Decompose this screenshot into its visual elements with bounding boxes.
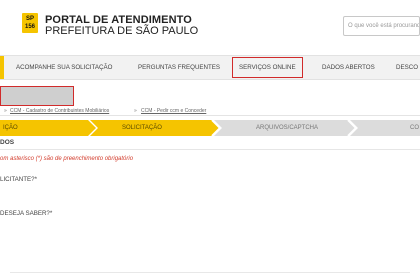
form-divider	[0, 149, 420, 150]
progress-steps-bar	[0, 120, 420, 136]
main-nav: ACOMPANHE SUA SOLICITAÇÃO PERGUNTAS FREQ…	[0, 55, 420, 80]
nav-item-descubra[interactable]: DESCO	[396, 56, 418, 79]
field-label-solicitante: LICITANTE?*	[0, 176, 38, 183]
nav-item-servicos-online[interactable]: SERVIÇOS ONLINE	[232, 57, 303, 78]
brand-subtitle: PREFEITURA DE SÃO PAULO	[45, 25, 199, 37]
field-label-deseja-saber: DESEJA SABER?*	[0, 210, 53, 217]
breadcrumb-separator: »	[4, 108, 7, 114]
solicitante-field[interactable]	[0, 186, 404, 208]
breadcrumb-link-ccm-cadastro[interactable]: CCM - Cadastro de Contribuintes Mobiliár…	[10, 108, 109, 114]
nav-item-dados-abertos[interactable]: DADOS ABERTOS	[322, 56, 375, 79]
step-identificacao: IÇÃO	[3, 125, 18, 131]
step-arquivos-captcha: ARQUIVOS/CAPTCHA	[256, 125, 319, 131]
page-frame: SP 156 PORTAL DE ATENDIMENTO PREFEITURA …	[0, 0, 420, 280]
breadcrumb-divider	[0, 115, 420, 116]
site-header: SP 156 PORTAL DE ATENDIMENTO PREFEITURA …	[0, 0, 420, 50]
logo-text-sp: SP	[25, 16, 34, 22]
nav-accent-bar	[0, 56, 4, 79]
nav-item-perguntas[interactable]: PERGUNTAS FREQUENTES	[138, 56, 220, 79]
nav-item-acompanhe[interactable]: ACOMPANHE SUA SOLICITAÇÃO	[16, 56, 112, 79]
form-section-title: DOS	[0, 139, 15, 146]
step-conclusao: CO	[410, 125, 419, 131]
breadcrumb-link-ccm-pedir[interactable]: CCM - Pedir ccm e Conceder	[141, 108, 206, 114]
search-input[interactable]: O que você está procurando?	[343, 16, 420, 36]
highlighted-redacted-area	[0, 86, 74, 106]
logo-text-156: 156	[24, 24, 35, 30]
breadcrumb-separator: »	[134, 108, 137, 114]
deseja-saber-field[interactable]	[0, 220, 404, 242]
step-solicitacao: SOLICITAÇÃO	[122, 125, 162, 131]
required-fields-note: om asterisco (*) são de preenchimento ob…	[0, 156, 134, 162]
progress-steps: IÇÃO SOLICITAÇÃO ARQUIVOS/CAPTCHA CO	[0, 120, 420, 136]
sp156-logo[interactable]: SP 156	[22, 13, 38, 33]
bottom-divider	[10, 272, 410, 273]
